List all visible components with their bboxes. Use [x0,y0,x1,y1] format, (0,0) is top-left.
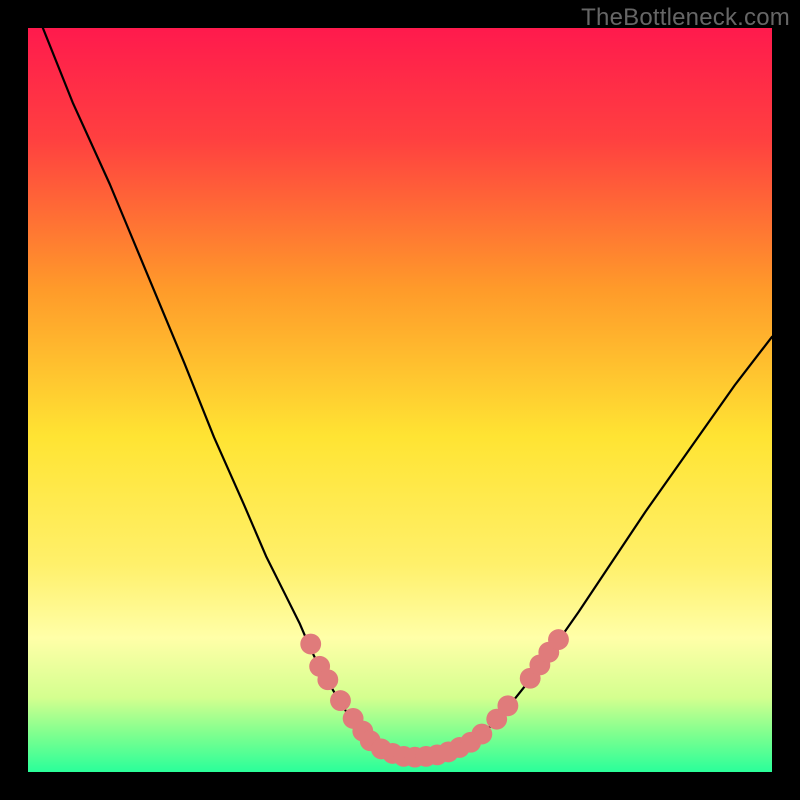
watermark-text: TheBottleneck.com [581,4,790,32]
data-marker [548,629,569,650]
data-marker [317,669,338,690]
data-marker [330,690,351,711]
gradient-background [28,28,772,772]
plot-area [28,28,772,772]
data-marker [497,695,518,716]
chart-svg [28,28,772,772]
data-marker [300,634,321,655]
outer-frame: TheBottleneck.com [0,0,800,800]
data-marker [471,724,492,745]
